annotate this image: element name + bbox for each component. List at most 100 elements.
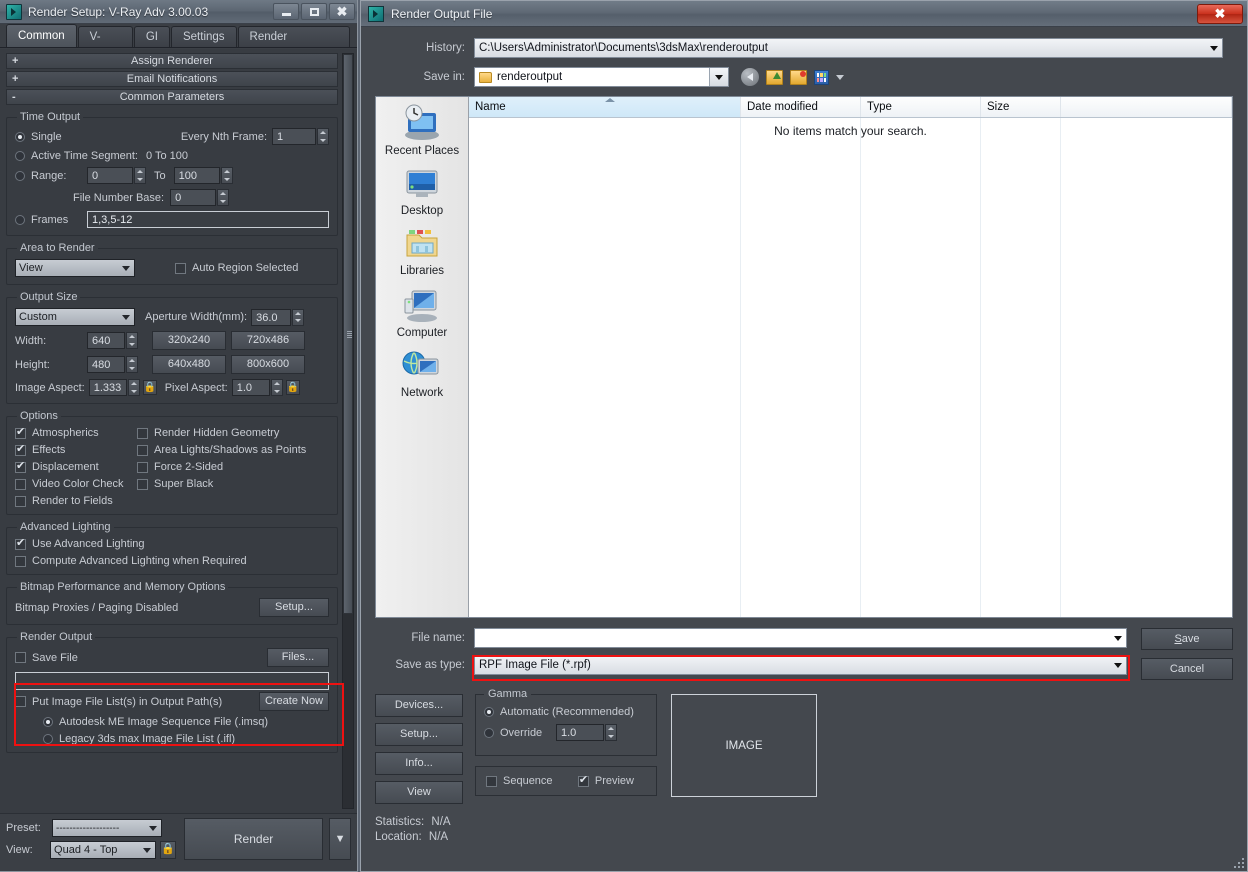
- history-dropdown[interactable]: C:\Users\Administrator\Documents\3dsMax\…: [474, 38, 1223, 58]
- place-network[interactable]: Network: [376, 349, 468, 399]
- input-range-to[interactable]: 100: [173, 167, 220, 184]
- tab-gi[interactable]: GI: [133, 26, 170, 47]
- rollout-assign-renderer[interactable]: + Assign Renderer: [6, 53, 338, 69]
- tab-vray[interactable]: V-Ray: [77, 26, 133, 63]
- checkbox-use-advanced-lighting[interactable]: [15, 537, 26, 550]
- setup-button[interactable]: Setup...: [375, 723, 463, 746]
- render-dropdown-button[interactable]: ▼: [329, 818, 351, 860]
- spinner-gamma-override[interactable]: [605, 724, 617, 741]
- checkbox-force-2-sided[interactable]: [137, 461, 148, 473]
- checkbox-displacement[interactable]: [15, 460, 26, 473]
- lock-pixel-aspect-icon[interactable]: 🔒: [285, 380, 300, 395]
- spinner-image-aspect[interactable]: [127, 379, 140, 396]
- dropdown-output-preset[interactable]: Custom: [15, 308, 135, 326]
- dropdown-view[interactable]: Quad 4 - Top: [50, 841, 156, 859]
- input-height[interactable]: 480: [87, 356, 125, 373]
- input-gamma-override[interactable]: 1.0: [556, 724, 604, 741]
- checkbox-area-lights-shadows-as-points[interactable]: [137, 444, 148, 456]
- input-pixel-aspect[interactable]: 1.0: [231, 379, 270, 396]
- input-frames[interactable]: 1,3,5-12: [87, 211, 329, 228]
- info-button[interactable]: Info...: [375, 752, 463, 775]
- tab-settings[interactable]: Settings: [170, 26, 237, 47]
- minimize-button[interactable]: [273, 3, 299, 20]
- preset-800x600-button[interactable]: 800x600: [231, 355, 305, 374]
- spinner-height[interactable]: [126, 356, 138, 373]
- checkbox-put-image-file-list[interactable]: [15, 696, 26, 707]
- place-recent-places[interactable]: Recent Places: [376, 103, 468, 157]
- back-icon[interactable]: [741, 68, 759, 86]
- column-header-type[interactable]: Type: [861, 97, 981, 117]
- rollout-common-parameters[interactable]: - Common Parameters: [6, 89, 338, 105]
- place-libraries[interactable]: Libraries: [376, 227, 468, 277]
- checkbox-video-color-check[interactable]: [15, 478, 26, 490]
- column-header-name[interactable]: Name: [469, 97, 741, 117]
- save-in-dropdown-arrow[interactable]: [709, 68, 728, 86]
- checkbox-preview[interactable]: [577, 774, 589, 787]
- devices-button[interactable]: Devices...: [375, 694, 463, 717]
- radio-ifl[interactable]: [43, 734, 53, 744]
- rollout-email-notifications[interactable]: + Email Notifications: [6, 71, 338, 87]
- render-output-path-input[interactable]: [15, 672, 329, 690]
- radio-active-time-segment[interactable]: [15, 151, 25, 161]
- spinner-file-number-base[interactable]: [217, 189, 230, 206]
- checkbox-effects[interactable]: [15, 443, 26, 456]
- new-folder-icon[interactable]: [790, 69, 807, 85]
- create-now-button[interactable]: Create Now: [259, 692, 329, 711]
- radio-gamma-automatic[interactable]: [484, 707, 494, 717]
- views-icon[interactable]: [814, 69, 829, 85]
- input-image-aspect[interactable]: 1.333: [88, 379, 127, 396]
- lock-image-aspect-icon[interactable]: 🔒: [142, 380, 157, 395]
- checkbox-auto-region-selected[interactable]: [175, 262, 186, 274]
- maximize-button[interactable]: [301, 3, 327, 20]
- input-range-from[interactable]: 0: [87, 167, 133, 184]
- file-name-input[interactable]: [474, 628, 1127, 648]
- radio-frames[interactable]: [15, 214, 25, 225]
- spinner-aperture-width[interactable]: [292, 308, 305, 326]
- chevron-down-icon[interactable]: [836, 74, 844, 80]
- cancel-button[interactable]: Cancel: [1141, 658, 1233, 680]
- preset-640x480-button[interactable]: 640x480: [152, 355, 226, 374]
- column-header-date-modified[interactable]: Date modified: [741, 97, 861, 117]
- files-button[interactable]: Files...: [267, 648, 329, 667]
- checkbox-super-black[interactable]: [137, 478, 148, 490]
- input-file-number-base[interactable]: 0: [170, 189, 217, 206]
- spinner-width[interactable]: [126, 332, 138, 349]
- checkbox-atmospherics[interactable]: [15, 426, 26, 439]
- checkbox-render-to-fields[interactable]: [15, 495, 26, 507]
- file-list[interactable]: Name Date modified Type Size No items ma…: [469, 97, 1232, 617]
- up-folder-icon[interactable]: [766, 69, 783, 85]
- preset-720x486-button[interactable]: 720x486: [231, 331, 305, 350]
- tab-render-elements[interactable]: Render Elements: [237, 26, 350, 63]
- spinner-range-from[interactable]: [134, 167, 146, 184]
- input-width[interactable]: 640: [87, 332, 125, 349]
- spinner-every-nth-frame[interactable]: [317, 128, 329, 145]
- checkbox-compute-advanced-lighting[interactable]: [15, 555, 26, 567]
- resize-grip[interactable]: [1232, 856, 1244, 868]
- preset-320x240-button[interactable]: 320x240: [152, 331, 226, 350]
- checkbox-save-file[interactable]: [15, 652, 26, 663]
- scrollbar-thumb[interactable]: [343, 54, 353, 614]
- file-list-body[interactable]: No items match your search.: [469, 118, 1232, 617]
- close-button[interactable]: ✖: [329, 3, 355, 20]
- lock-view-icon[interactable]: 🔒: [159, 841, 177, 859]
- save-in-dropdown[interactable]: renderoutput: [474, 67, 729, 87]
- radio-gamma-override[interactable]: [484, 727, 494, 738]
- input-aperture-width[interactable]: 36.0: [251, 308, 292, 326]
- column-header-extra[interactable]: [1061, 97, 1232, 117]
- radio-imsq[interactable]: [43, 717, 53, 727]
- save-button[interactable]: Save: [1141, 628, 1233, 650]
- checkbox-sequence[interactable]: [486, 775, 497, 787]
- spinner-range-to[interactable]: [220, 167, 233, 184]
- input-every-nth-frame[interactable]: 1: [272, 128, 316, 145]
- dropdown-preset[interactable]: -------------------: [52, 819, 162, 837]
- radio-range[interactable]: [15, 170, 25, 181]
- tab-common[interactable]: Common: [6, 24, 77, 47]
- view-button[interactable]: View: [375, 781, 463, 804]
- save-as-type-dropdown[interactable]: RPF Image File (*.rpf): [474, 655, 1127, 675]
- spinner-pixel-aspect[interactable]: [270, 379, 283, 396]
- place-computer[interactable]: Computer: [376, 287, 468, 339]
- place-desktop[interactable]: Desktop: [376, 167, 468, 217]
- render-setup-scrollbar[interactable]: [342, 53, 354, 809]
- render-button[interactable]: Render: [184, 818, 324, 860]
- column-header-size[interactable]: Size: [981, 97, 1061, 117]
